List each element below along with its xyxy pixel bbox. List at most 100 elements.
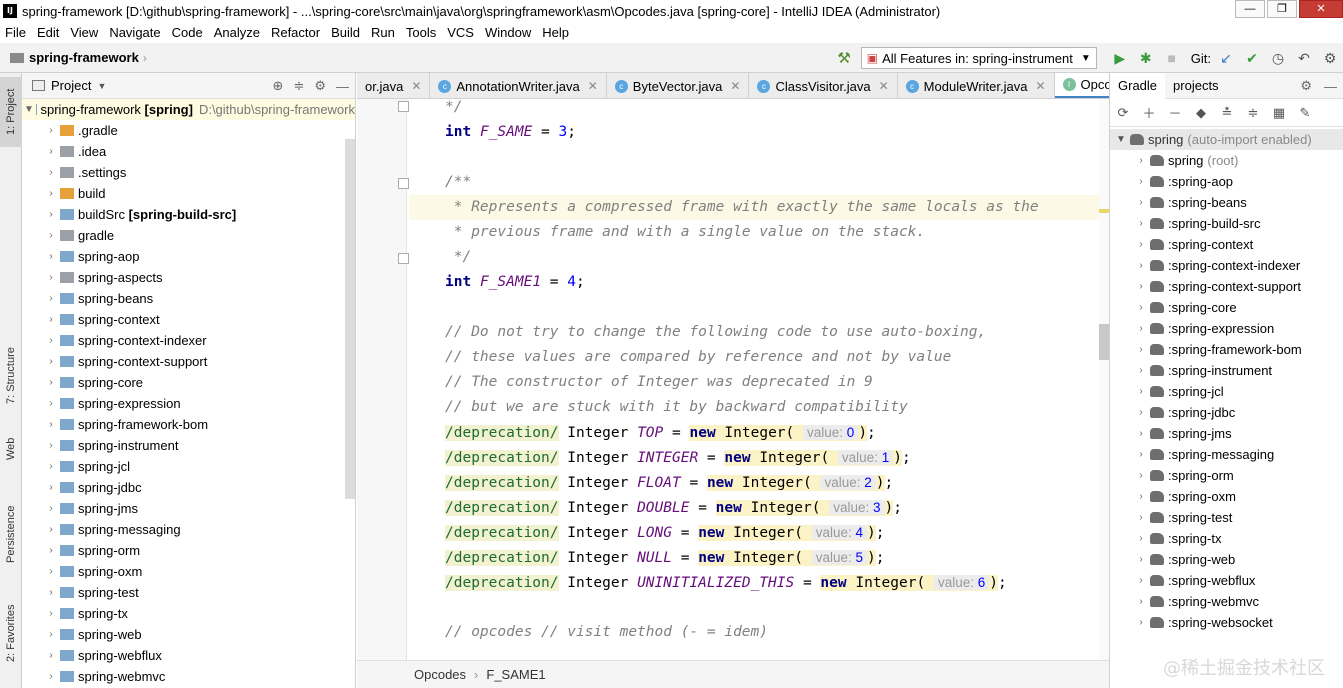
tree-item-spring-messaging[interactable]: › spring-messaging [22,519,355,540]
chevron-right-icon[interactable]: › [1134,365,1148,376]
menu-analyze[interactable]: Analyze [209,25,266,40]
tree-item-spring-orm[interactable]: › spring-orm [22,540,355,561]
tree-item-spring-webflux[interactable]: › spring-webflux [22,645,355,666]
tree-item-spring-jdbc[interactable]: › spring-jdbc [22,477,355,498]
collapse-all-icon[interactable]: ≑ [1240,105,1266,121]
chevron-right-icon[interactable]: › [1134,428,1148,439]
restore-icon[interactable]: ❐ [1267,0,1297,18]
expand-all-icon[interactable]: ≛ [1214,105,1240,121]
chevron-right-icon[interactable]: › [44,272,58,283]
chevron-right-icon[interactable]: › [44,587,58,598]
update-project-icon[interactable]: ↙ [1215,50,1237,67]
menu-code[interactable]: Code [167,25,209,40]
chevron-right-icon[interactable]: › [1134,596,1148,607]
chevron-right-icon[interactable]: › [44,419,58,430]
fold-marker-icon[interactable] [398,253,409,264]
chevron-right-icon[interactable]: › [1134,323,1148,334]
chevron-right-icon[interactable]: › [1134,407,1148,418]
tool-tab-web[interactable]: Web [0,431,22,467]
tree-item-spring-aop[interactable]: › spring-aop [22,246,355,267]
chevron-right-icon[interactable]: › [1134,449,1148,460]
tab-bytevector[interactable]: c ByteVector.java ✕ [607,73,750,98]
chevron-down-icon[interactable]: ▼ [24,104,34,115]
chevron-right-icon[interactable]: › [1134,533,1148,544]
chevron-right-icon[interactable]: › [1134,512,1148,523]
menu-navigate[interactable]: Navigate [104,25,166,40]
breadcrumb-class[interactable]: Opcodes [414,667,466,682]
execute-task-icon[interactable]: ◆ [1188,105,1214,121]
chevron-right-icon[interactable]: › [44,335,58,346]
gradle-root[interactable]: ▼ spring (auto-import enabled) [1110,129,1343,150]
gear-icon[interactable]: ⚙ [1300,78,1312,94]
chevron-right-icon[interactable]: › [1134,344,1148,355]
tree-item-spring-expression[interactable]: › spring-expression [22,393,355,414]
gear-icon[interactable]: ⚙ [314,78,326,94]
gradle-item[interactable]: ›:spring-core [1110,297,1343,318]
debug-icon[interactable]: ✱ [1135,50,1157,67]
tab-classvisitor[interactable]: c ClassVisitor.java ✕ [749,73,898,98]
chevron-right-icon[interactable]: › [1134,218,1148,229]
run-configuration-select[interactable]: ▣ All Features in: spring-instrument ▼ [860,47,1097,69]
minimize-icon[interactable]: — [1235,0,1265,18]
tab-visitor[interactable]: or.java ✕ [357,73,431,98]
gradle-item[interactable]: ›:spring-test [1110,507,1343,528]
chevron-right-icon[interactable]: › [1134,302,1148,313]
chevron-right-icon[interactable]: › [44,209,58,220]
chevron-right-icon[interactable]: › [44,503,58,514]
chevron-right-icon[interactable]: › [1134,281,1148,292]
chevron-right-icon[interactable]: › [1134,491,1148,502]
editor-scrollbar[interactable] [1099,99,1109,664]
gradle-item[interactable]: ›:spring-jms [1110,423,1343,444]
tree-item-spring-context[interactable]: › spring-context [22,309,355,330]
revert-icon[interactable]: ↶ [1293,50,1315,67]
gradle-item[interactable]: ›:spring-web [1110,549,1343,570]
gradle-item[interactable]: ›:spring-context [1110,234,1343,255]
gradle-item[interactable]: ›:spring-webflux [1110,570,1343,591]
chevron-right-icon[interactable]: › [1134,617,1148,628]
chevron-right-icon[interactable]: › [44,293,58,304]
tool-tab-persistence[interactable]: Persistence [0,493,22,575]
gradle-item[interactable]: ›:spring-instrument [1110,360,1343,381]
history-icon[interactable]: ◷ [1267,50,1289,67]
chevron-right-icon[interactable]: › [44,230,58,241]
close-icon[interactable]: ✕ [879,79,889,93]
menu-help[interactable]: Help [537,25,575,40]
breadcrumb-field[interactable]: F_SAME1 [486,667,545,682]
chevron-right-icon[interactable]: › [44,146,58,157]
tab-annotationwriter[interactable]: c AnnotationWriter.java ✕ [430,73,607,98]
chevron-right-icon[interactable]: › [44,629,58,640]
add-icon[interactable]: ＋ [1136,103,1162,122]
tab-opcodes[interactable]: I Opcodes.j [1054,73,1109,98]
tree-item-spring-webmvc[interactable]: › spring-webmvc [22,666,355,687]
editor-scroll-thumb[interactable] [1099,324,1109,360]
tree-item-spring-instrument[interactable]: › spring-instrument [22,435,355,456]
tree-item-build[interactable]: › build [22,183,355,204]
chevron-right-icon[interactable]: › [44,377,58,388]
chevron-right-icon[interactable]: › [44,314,58,325]
tree-item-gradle[interactable]: › gradle [22,225,355,246]
code-view[interactable]: */ int F_SAME = 3; /** * Represents a co… [409,99,1099,664]
tree-item-spring-context-indexer[interactable]: › spring-context-indexer [22,330,355,351]
chevron-right-icon[interactable]: › [1134,260,1148,271]
tree-item-spring-aspects[interactable]: › spring-aspects [22,267,355,288]
chevron-right-icon[interactable]: › [44,440,58,451]
menu-vcs[interactable]: VCS [442,25,480,40]
warning-stripe[interactable] [1099,209,1109,213]
close-icon[interactable]: ✕ [588,79,598,93]
tree-item-spring-beans[interactable]: › spring-beans [22,288,355,309]
gradle-tab[interactable]: Gradle [1110,72,1166,99]
group-modules-icon[interactable]: ▦ [1266,105,1292,121]
gradle-item[interactable]: › spring (root) [1110,150,1343,171]
gradle-item[interactable]: ›:spring-tx [1110,528,1343,549]
stop-icon[interactable]: ■ [1161,50,1183,66]
chevron-right-icon[interactable]: › [1134,386,1148,397]
tree-item-dot-settings[interactable]: › .settings [22,162,355,183]
chevron-right-icon[interactable]: › [1134,470,1148,481]
commit-icon[interactable]: ✔ [1241,50,1263,67]
menu-refactor[interactable]: Refactor [266,25,326,40]
gradle-projects-tab[interactable]: projects [1165,73,1227,99]
chevron-right-icon[interactable]: › [44,356,58,367]
fold-marker-icon[interactable] [398,178,409,189]
gradle-item[interactable]: ›:spring-jcl [1110,381,1343,402]
tree-item-spring-test[interactable]: › spring-test [22,582,355,603]
